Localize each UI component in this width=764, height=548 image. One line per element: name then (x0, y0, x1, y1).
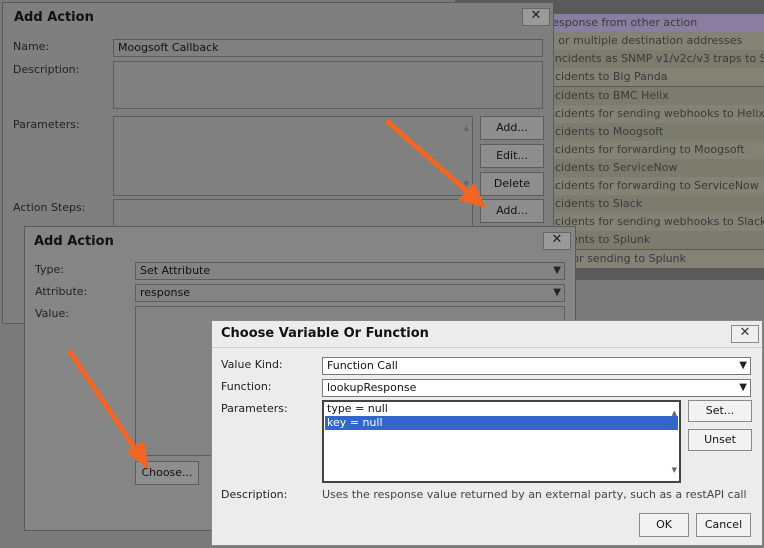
annotation-arrows (67, 119, 486, 470)
arrow-icon (67, 349, 149, 470)
arrow-icon (385, 119, 486, 208)
